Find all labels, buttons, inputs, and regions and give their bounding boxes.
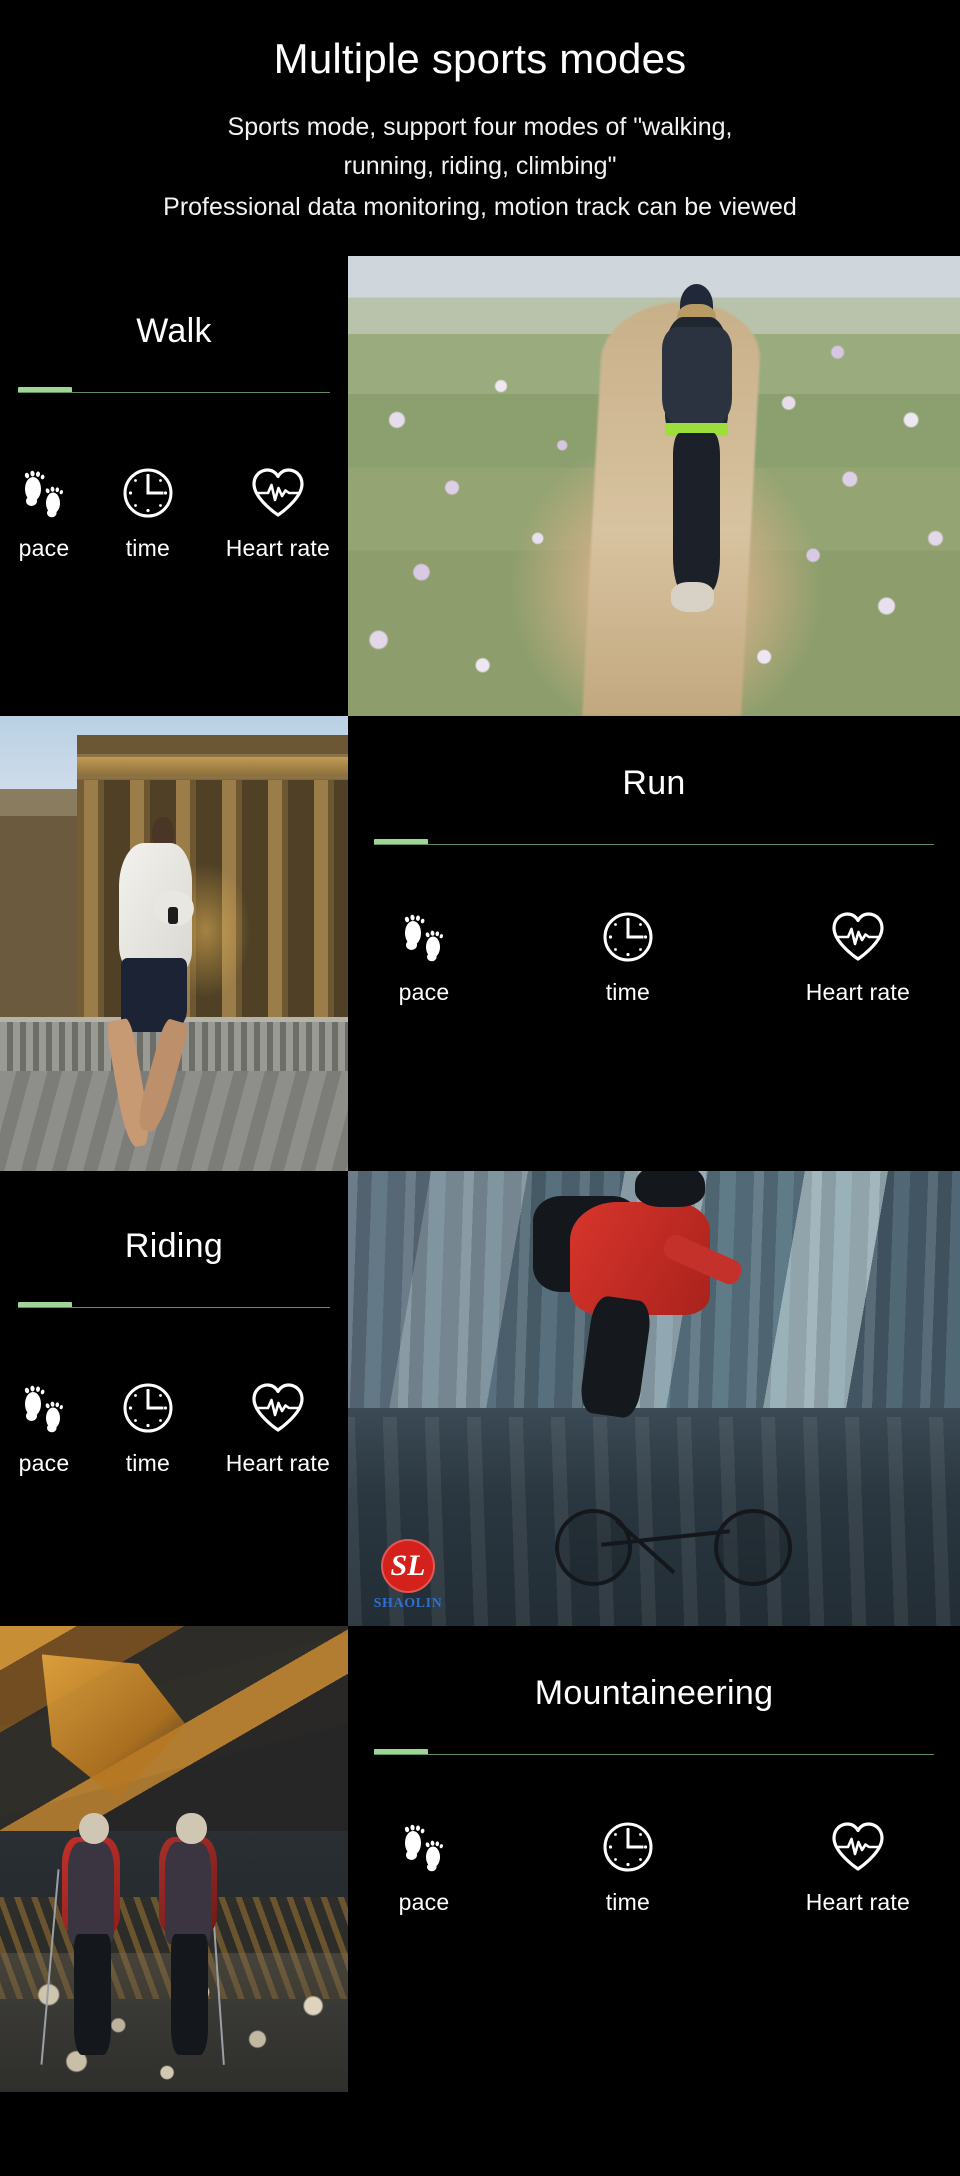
shaolin-wordmark: SHAOLIN (373, 1596, 443, 1612)
metric-time: time (121, 465, 175, 562)
footprints-icon (398, 909, 450, 965)
sports-mode-rows: Walk pace time Heart rate Run pace time … (0, 256, 960, 2093)
page-header: Multiple sports modes Sports mode, suppo… (0, 0, 960, 256)
run-metrics: pace time Heart rate (398, 909, 910, 1006)
walking-photo-image (348, 256, 960, 717)
riding-photo: SL SHAOLIN (348, 1171, 960, 1627)
run-divider (374, 839, 934, 846)
divider-line (374, 1754, 934, 1756)
walk-photo (348, 256, 960, 717)
shaolin-mark-icon: SL (381, 1539, 435, 1594)
metric-pace-label: pace (398, 1889, 450, 1916)
heart-pulse-icon (829, 1819, 887, 1875)
metric-pace-label: pace (18, 535, 70, 562)
footprints-icon (398, 1819, 450, 1875)
metric-time: time (601, 909, 655, 1006)
heart-pulse-icon (249, 1380, 307, 1436)
shaolin-monogram: SL (390, 1549, 426, 1583)
divider-line (374, 844, 934, 846)
metric-pace: pace (398, 1819, 450, 1916)
metric-time: time (121, 1380, 175, 1477)
metric-time-label: time (605, 979, 650, 1006)
riding-divider (18, 1302, 330, 1309)
walk-title: Walk (136, 312, 212, 351)
riding-metrics: pace time Heart rate (18, 1380, 330, 1477)
sport-section-walk: Walk pace time Heart rate (0, 256, 960, 717)
riding-info-pane: Riding pace time Heart rate (0, 1171, 348, 1627)
run-info-pane: Run pace time Heart rate (348, 716, 960, 1172)
walk-divider (18, 387, 330, 394)
sport-section-riding: Riding pace time Heart rate SL SHAOLIN (0, 1171, 960, 1627)
subtitle-line-1: Sports mode, support four modes of "walk… (227, 113, 733, 142)
mountaineering-divider (374, 1749, 934, 1756)
clock-icon (601, 1819, 655, 1875)
heart-pulse-icon (249, 465, 307, 521)
run-photo (0, 716, 348, 1172)
metric-time-label: time (125, 535, 170, 562)
walk-metrics: pace time Heart rate (18, 465, 330, 562)
metric-pace: pace (18, 1380, 70, 1477)
riding-title: Riding (124, 1227, 224, 1266)
walk-info-pane: Walk pace time Heart rate (0, 256, 348, 717)
clock-icon (121, 465, 175, 521)
mountaineering-metrics: pace time Heart rate (398, 1819, 910, 1916)
footprints-icon (18, 1380, 70, 1436)
metric-heart-rate-label: Heart rate (225, 535, 330, 562)
metric-time: time (601, 1819, 655, 1916)
clock-icon (121, 1380, 175, 1436)
metric-time-label: time (125, 1450, 170, 1477)
clock-icon (601, 909, 655, 965)
metric-heart-rate: Heart rate (806, 909, 910, 1006)
metric-pace-label: pace (18, 1450, 70, 1477)
footprints-icon (18, 465, 70, 521)
metric-heart-rate: Heart rate (226, 1380, 330, 1477)
sport-section-mountaineering: Mountaineering pace time Heart rate (0, 1626, 960, 2093)
running-photo-image (0, 716, 348, 1172)
metric-pace-label: pace (398, 979, 450, 1006)
mountaineering-photo (0, 1626, 348, 2093)
subtitle-line-2: running, riding, climbing" (343, 151, 617, 180)
metric-heart-rate-label: Heart rate (805, 1889, 910, 1916)
heart-pulse-icon (829, 909, 887, 965)
metric-heart-rate-label: Heart rate (805, 979, 910, 1006)
mountain-photo-image (0, 1626, 348, 2093)
mountaineering-title: Mountaineering (534, 1674, 774, 1713)
metric-heart-rate: Heart rate (806, 1819, 910, 1916)
metric-heart-rate: Heart rate (226, 465, 330, 562)
page-title: Multiple sports modes (273, 35, 687, 82)
run-title: Run (622, 764, 686, 803)
mountaineering-info-pane: Mountaineering pace time Heart rate (348, 1626, 960, 2093)
metric-pace: pace (18, 465, 70, 562)
shaolin-brand-logo: SL SHAOLIN (366, 1539, 450, 1612)
divider-line (18, 392, 330, 394)
metric-pace: pace (398, 909, 450, 1006)
sport-section-run: Run pace time Heart rate (0, 716, 960, 1172)
divider-line (18, 1307, 330, 1309)
subtitle-line-3: Professional data monitoring, motion tra… (163, 192, 797, 221)
cycling-photo-image: SL SHAOLIN (348, 1171, 960, 1627)
metric-heart-rate-label: Heart rate (225, 1450, 330, 1477)
metric-time-label: time (605, 1889, 650, 1916)
